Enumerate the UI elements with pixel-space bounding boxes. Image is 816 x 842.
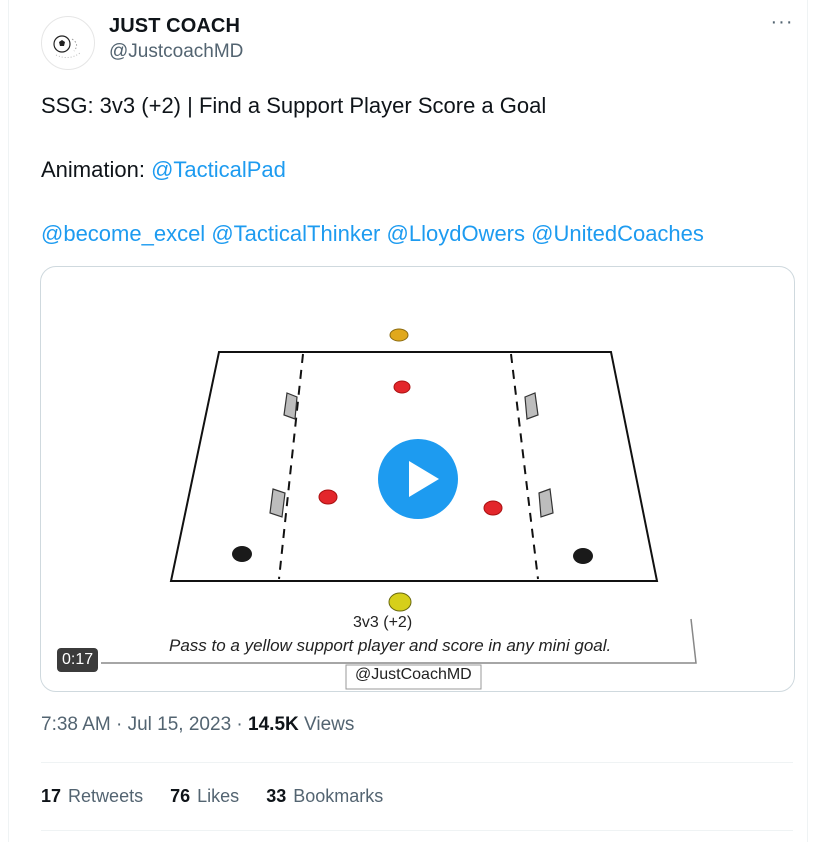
mention-link[interactable]: @TacticalThinker xyxy=(211,221,380,246)
retweets-stat[interactable]: 17 Retweets xyxy=(41,786,143,806)
video-player[interactable]: 3v3 (+2) Pass to a yellow support player… xyxy=(40,266,795,692)
views-label: Views xyxy=(298,714,355,735)
drill-description: Pass to a yellow support player and scor… xyxy=(169,636,612,655)
animation-prefix: Animation: xyxy=(41,157,152,182)
red-player xyxy=(318,489,338,505)
yellow-support-player xyxy=(389,328,409,342)
avatar[interactable] xyxy=(41,16,95,70)
retweets-count: 17 xyxy=(41,786,62,806)
red-player xyxy=(393,380,411,394)
mini-goal xyxy=(538,488,554,518)
tweet-text: SSG: 3v3 (+2) | Find a Support Player Sc… xyxy=(41,93,547,118)
tweet-stats: 17 Retweets 76 Likes 33 Bookmarks xyxy=(41,786,405,807)
tweet-mentions: @become_excel @TacticalThinker @LloydOwe… xyxy=(41,220,704,248)
tweet-animation-line: Animation: @TacticalPad xyxy=(41,156,286,184)
mini-goal xyxy=(283,392,298,420)
tweet-card: JUST COACH @JustcoachMD ··· SSG: 3v3 (+2… xyxy=(8,0,808,842)
black-player xyxy=(232,546,252,562)
black-player xyxy=(573,548,593,564)
tweet-time[interactable]: 7:38 AM xyxy=(41,714,111,735)
divider xyxy=(41,762,793,763)
divider xyxy=(41,830,793,831)
red-player xyxy=(483,500,503,516)
drill-title: 3v3 (+2) xyxy=(353,614,413,631)
mention-link[interactable]: @become_excel xyxy=(41,221,205,246)
yellow-support-player xyxy=(388,592,412,612)
soccer-ball-icon xyxy=(53,35,81,59)
views-count: 14.5K xyxy=(248,714,299,735)
video-duration: 0:17 xyxy=(57,648,99,672)
meta-separator: · xyxy=(110,714,128,735)
play-icon xyxy=(409,461,439,497)
display-name[interactable]: JUST COACH xyxy=(109,15,240,38)
tweet-date[interactable]: Jul 15, 2023 xyxy=(128,714,232,735)
more-options-icon[interactable]: ··· xyxy=(767,10,797,34)
drill-credit: @JustCoachMD xyxy=(355,666,472,683)
tweet-meta: 7:38 AM · Jul 15, 2023 · 14.5K Views xyxy=(41,714,354,736)
mention-link[interactable]: @TacticalPad xyxy=(151,157,286,182)
likes-count: 76 xyxy=(170,786,191,806)
user-handle[interactable]: @JustcoachMD xyxy=(109,41,243,63)
meta-separator: · xyxy=(231,714,249,735)
mention-link[interactable]: @UnitedCoaches xyxy=(531,221,704,246)
bookmarks-count: 33 xyxy=(266,786,287,806)
likes-label: Likes xyxy=(197,786,240,806)
mention-link[interactable]: @LloydOwers xyxy=(387,221,526,246)
retweets-label: Retweets xyxy=(68,786,144,806)
bookmarks-stat[interactable]: 33 Bookmarks xyxy=(266,786,383,806)
mini-goal xyxy=(524,392,539,420)
bookmarks-label: Bookmarks xyxy=(293,786,384,806)
likes-stat[interactable]: 76 Likes xyxy=(170,786,239,806)
play-button[interactable] xyxy=(378,439,458,519)
mini-goal xyxy=(269,488,286,518)
